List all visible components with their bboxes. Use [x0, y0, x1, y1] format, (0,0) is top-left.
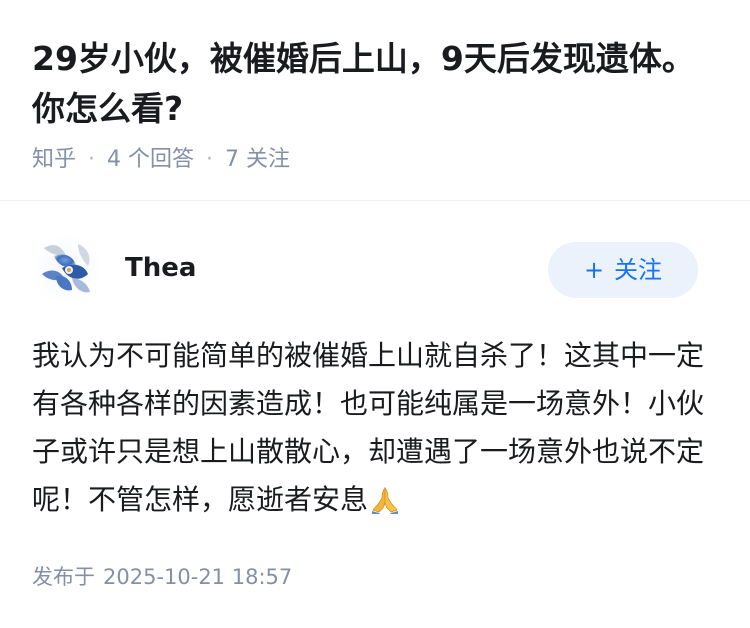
follow-button-label: 关注	[614, 256, 663, 284]
publish-date: 2025-10-21 18:57	[103, 565, 293, 589]
folded-hands-icon	[372, 487, 399, 514]
answers-count[interactable]: 4 个回答	[107, 147, 194, 172]
meta-separator-dot: ·	[88, 147, 96, 172]
answer-content[interactable]: 我认为不可能简单的被催婚上山就自杀了！这其中一定有各种各样的因素造成！也可能纯属…	[32, 332, 718, 524]
answer-text: 我认为不可能简单的被催婚上山就自杀了！这其中一定有各种各样的因素造成！也可能纯属…	[32, 339, 705, 516]
publish-label: 发布于	[32, 565, 95, 589]
publish-time: 发布于 2025-10-21 18:57	[32, 562, 292, 592]
followers-count[interactable]: 7 关注	[225, 147, 290, 172]
avatar[interactable]	[32, 234, 102, 304]
blue-flower-avatar-icon	[32, 234, 102, 304]
question-meta: 知乎 · 4 个回答 · 7 关注	[32, 145, 290, 175]
plus-icon: +	[583, 256, 605, 284]
question-title[interactable]: 29岁小伙，被催婚后上山，9天后发现遗体。你怎么看?	[32, 34, 712, 134]
follow-button[interactable]: + 关注	[548, 242, 698, 298]
answer-page: 29岁小伙，被催婚后上山，9天后发现遗体。你怎么看? 知乎 · 4 个回答 · 7 关注	[0, 0, 750, 628]
question-header: 29岁小伙，被催婚后上山，9天后发现遗体。你怎么看? 知乎 · 4 个回答 · 7 关注	[0, 0, 750, 200]
section-divider	[0, 200, 750, 201]
source-label[interactable]: 知乎	[32, 147, 76, 172]
meta-separator-dot: ·	[206, 147, 214, 172]
author-name[interactable]: Thea	[125, 250, 196, 286]
